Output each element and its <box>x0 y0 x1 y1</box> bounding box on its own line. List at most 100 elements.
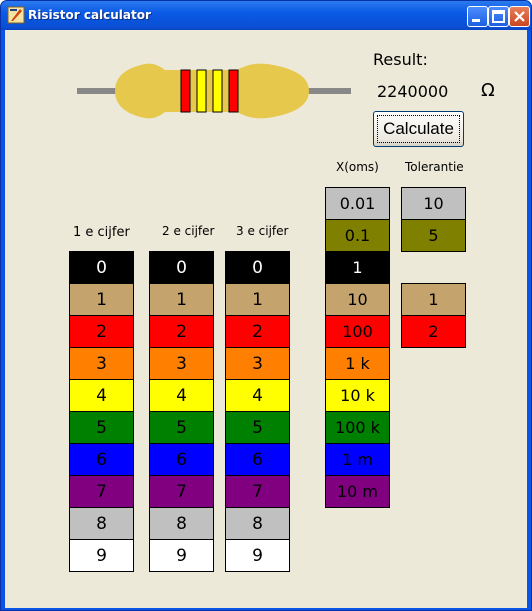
calculate-button[interactable]: Calculate <box>373 111 464 147</box>
digit1-cell-label: 2 <box>96 321 107 342</box>
digit1-cell-7[interactable]: 7 <box>69 475 134 508</box>
multiplier-cell-label: 0.1 <box>344 226 371 245</box>
digit1-cell-label: 5 <box>96 417 107 438</box>
digit2-cell-1[interactable]: 1 <box>149 283 214 316</box>
digit1-cell-label: 9 <box>96 545 107 566</box>
multiplier-cell-1[interactable]: 0.1 <box>325 219 390 252</box>
digit1-cell-2[interactable]: 2 <box>69 315 134 348</box>
digit3-cell-label: 3 <box>252 353 263 374</box>
digit3-cell-0[interactable]: 0 <box>225 251 290 284</box>
resistor-lead-left <box>77 88 121 94</box>
digit1-cell-label: 0 <box>96 257 107 278</box>
digit1-header: 1 e cijfer <box>73 225 130 240</box>
digit2-cell-label: 7 <box>176 481 187 502</box>
digit1-cell-label: 4 <box>96 385 107 406</box>
resistor-band-4 <box>228 69 239 113</box>
digit3-cell-6[interactable]: 6 <box>225 443 290 476</box>
multiplier-cell-3[interactable]: 10 <box>325 283 390 316</box>
tolerance-cell-0[interactable]: 10 <box>401 187 466 220</box>
multiplier-cell-8[interactable]: 1 m <box>325 443 390 476</box>
digit3-cell-label: 8 <box>252 513 263 534</box>
minimize-button[interactable] <box>467 6 488 27</box>
digit3-cell-5[interactable]: 5 <box>225 411 290 444</box>
digit2-header: 2 e cijfer <box>162 224 215 238</box>
multiplier-cell-7[interactable]: 100 k <box>325 411 390 444</box>
digit3-cell-label: 6 <box>252 449 263 470</box>
digit1-cell-9[interactable]: 9 <box>69 539 134 572</box>
digit2-cell-2[interactable]: 2 <box>149 315 214 348</box>
digit3-cell-label: 2 <box>252 321 263 342</box>
tk-feather-icon <box>7 6 25 24</box>
digit3-cell-label: 7 <box>252 481 263 502</box>
tolerance-cell-1[interactable]: 5 <box>401 219 466 252</box>
tolerance-cell-label: 5 <box>428 226 439 245</box>
digit2-cell-7[interactable]: 7 <box>149 475 214 508</box>
resistor-band-1 <box>180 69 191 113</box>
tolerance-cell-3[interactable]: 2 <box>401 315 466 348</box>
digit3-cell-4[interactable]: 4 <box>225 379 290 412</box>
digit3-cell-8[interactable]: 8 <box>225 507 290 540</box>
digit3-cell-label: 1 <box>252 289 263 310</box>
minimize-icon <box>472 19 480 22</box>
tolerance-cell-label: 2 <box>428 322 439 341</box>
digit2-cell-6[interactable]: 6 <box>149 443 214 476</box>
ohm-unit-label: Ω <box>481 80 495 101</box>
close-icon <box>514 11 525 22</box>
close-button[interactable] <box>509 6 530 27</box>
digit1-cell-label: 3 <box>96 353 107 374</box>
multiplier-cell-label: 100 <box>342 322 373 341</box>
digit3-cell-1[interactable]: 1 <box>225 283 290 316</box>
multiplier-cell-label: 1 m <box>342 450 373 469</box>
title-bar[interactable]: Risistor calculator <box>1 1 531 30</box>
digit1-cell-0[interactable]: 0 <box>69 251 134 284</box>
digit3-cell-label: 4 <box>252 385 263 406</box>
maximize-icon <box>492 10 505 23</box>
digit3-cell-2[interactable]: 2 <box>225 315 290 348</box>
digit2-cell-8[interactable]: 8 <box>149 507 214 540</box>
digit1-cell-label: 1 <box>96 289 107 310</box>
digit3-cell-label: 5 <box>252 417 263 438</box>
digit3-cell-7[interactable]: 7 <box>225 475 290 508</box>
digit1-cell-6[interactable]: 6 <box>69 443 134 476</box>
app-window: Risistor calculator Result: 2240000 Ω Ca… <box>0 0 532 611</box>
multiplier-cell-4[interactable]: 100 <box>325 315 390 348</box>
digit2-cell-label: 6 <box>176 449 187 470</box>
digit2-cell-label: 8 <box>176 513 187 534</box>
digit2-cell-9[interactable]: 9 <box>149 539 214 572</box>
multiplier-cell-5[interactable]: 1 k <box>325 347 390 380</box>
digit1-cell-1[interactable]: 1 <box>69 283 134 316</box>
tolerance-header: Tolerantie <box>405 160 464 174</box>
digit3-cell-label: 0 <box>252 257 263 278</box>
digit1-cell-8[interactable]: 8 <box>69 507 134 540</box>
digit3-cell-3[interactable]: 3 <box>225 347 290 380</box>
focus-rectangle <box>377 115 460 143</box>
digit1-cell-5[interactable]: 5 <box>69 411 134 444</box>
multiplier-cell-label: 10 m <box>336 482 379 501</box>
result-label: Result: <box>373 50 428 69</box>
resistor-band-2 <box>196 69 207 113</box>
digit1-cell-4[interactable]: 4 <box>69 379 134 412</box>
digit2-cell-5[interactable]: 5 <box>149 411 214 444</box>
digit1-cell-3[interactable]: 3 <box>69 347 134 380</box>
maximize-button[interactable] <box>488 6 509 27</box>
resistor-body <box>115 63 309 119</box>
multiplier-cell-0[interactable]: 0.01 <box>325 187 390 220</box>
multiplier-cell-label: 1 <box>352 258 363 277</box>
digit2-cell-0[interactable]: 0 <box>149 251 214 284</box>
tolerance-cell-label: 10 <box>423 194 444 213</box>
digit2-cell-4[interactable]: 4 <box>149 379 214 412</box>
window-title: Risistor calculator <box>28 8 151 22</box>
digit1-cell-label: 8 <box>96 513 107 534</box>
tolerance-cell-2[interactable]: 1 <box>401 283 466 316</box>
digit3-cell-9[interactable]: 9 <box>225 539 290 572</box>
multiplier-cell-2[interactable]: 1 <box>325 251 390 284</box>
multiplier-cell-9[interactable]: 10 m <box>325 475 390 508</box>
resistor-lead-right <box>305 88 351 94</box>
digit2-cell-label: 2 <box>176 321 187 342</box>
digit2-cell-3[interactable]: 3 <box>149 347 214 380</box>
digit2-cell-label: 0 <box>176 257 187 278</box>
multiplier-cell-6[interactable]: 10 k <box>325 379 390 412</box>
multiplier-cell-label: 0.01 <box>339 194 376 213</box>
result-value: 2240000 <box>377 82 449 101</box>
digit1-cell-label: 7 <box>96 481 107 502</box>
